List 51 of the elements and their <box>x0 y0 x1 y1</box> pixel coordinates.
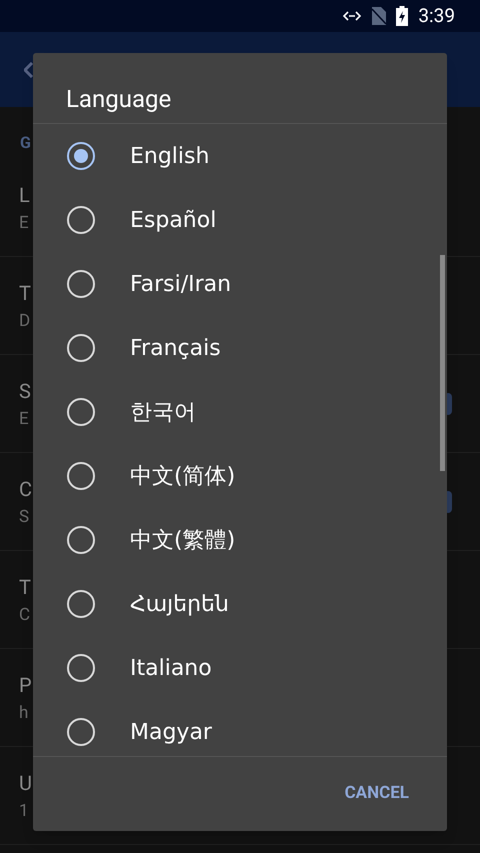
language-label: 한국어 <box>130 398 196 426</box>
radio-button[interactable] <box>67 526 95 554</box>
setting-title: T <box>19 574 31 600</box>
language-label: Français <box>130 334 221 362</box>
language-option[interactable]: 한국어 <box>33 380 447 444</box>
language-label: Magyar <box>130 718 212 746</box>
language-option[interactable]: Magyar <box>33 700 447 756</box>
battery-charging-icon <box>396 6 408 26</box>
setting-title: L <box>19 182 30 208</box>
radio-button[interactable] <box>67 654 95 682</box>
radio-button[interactable] <box>67 590 95 618</box>
section-header: G <box>20 133 31 152</box>
setting-summary: D <box>19 310 30 332</box>
setting-summary: 1 <box>19 800 29 822</box>
dialog-title: Language <box>33 53 447 124</box>
setting-title: P <box>19 672 32 698</box>
language-option[interactable]: Farsi/Iran <box>33 252 447 316</box>
language-option[interactable]: Italiano <box>33 636 447 700</box>
setting-summary: h <box>19 702 28 724</box>
data-sync-icon <box>342 10 362 22</box>
language-label: Italiano <box>130 654 212 682</box>
radio-button[interactable] <box>67 462 95 490</box>
setting-summary: S <box>19 506 30 528</box>
setting-title: U <box>19 770 32 796</box>
setting-title: T <box>19 280 31 306</box>
radio-button[interactable] <box>67 142 95 170</box>
setting-summary: E <box>19 212 29 234</box>
language-label: English <box>130 142 210 170</box>
language-label: Español <box>130 206 216 234</box>
radio-button[interactable] <box>67 718 95 746</box>
no-sim-icon <box>372 7 386 25</box>
setting-summary: E <box>19 408 29 430</box>
language-option[interactable]: English <box>33 124 447 188</box>
language-label: 中文(繁體) <box>130 526 236 554</box>
setting-title: S <box>19 378 31 404</box>
language-option[interactable]: 中文(繁體) <box>33 508 447 572</box>
cancel-button[interactable]: CANCEL <box>336 775 417 813</box>
radio-button[interactable] <box>67 398 95 426</box>
language-label: Հայերեն <box>130 590 229 618</box>
language-option[interactable]: 中文(简体) <box>33 444 447 508</box>
language-option[interactable]: Հայերեն <box>33 572 447 636</box>
language-option[interactable]: Français <box>33 316 447 380</box>
language-label: Farsi/Iran <box>130 270 232 298</box>
setting-summary: C <box>19 604 30 626</box>
radio-button[interactable] <box>67 270 95 298</box>
setting-title: C <box>19 476 32 502</box>
clock-time: 3:39 <box>418 2 455 29</box>
language-label: 中文(简体) <box>130 462 236 490</box>
radio-button[interactable] <box>67 206 95 234</box>
language-option[interactable]: Español <box>33 188 447 252</box>
radio-button[interactable] <box>67 334 95 362</box>
